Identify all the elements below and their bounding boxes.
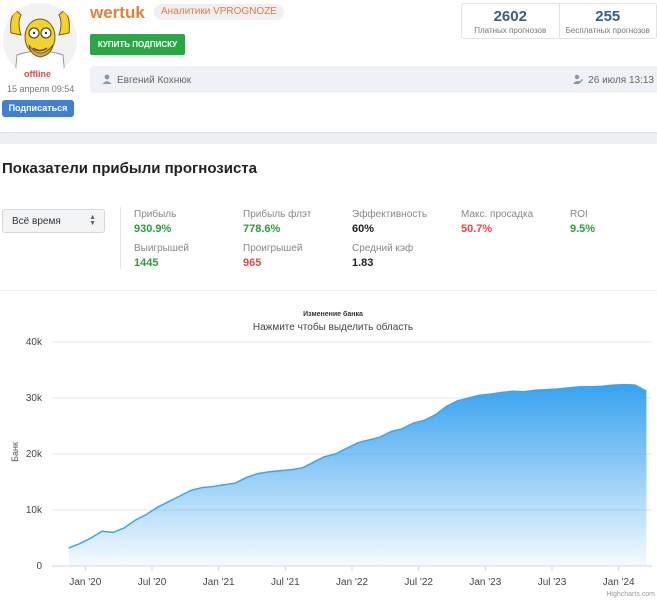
x-tick-label: Jan '23 <box>469 577 501 588</box>
metric-profit: Прибыль 930.9% <box>134 209 176 235</box>
metric-wins: Выигрышей 1445 <box>134 243 189 269</box>
select-arrows-icon: ▲ ▼ <box>89 214 96 227</box>
period-value: Всё время <box>12 216 61 227</box>
metric-drawdown: Макс. просадка 50.7% <box>461 209 533 235</box>
section-divider <box>0 132 657 144</box>
metric-label: ROI <box>570 209 588 220</box>
metric-label: Макс. просадка <box>461 209 534 220</box>
author-name: Евгений Кохнюк <box>117 75 192 86</box>
metric-value: 778.6% <box>243 223 281 235</box>
buy-subscription-button[interactable]: КУПИТЬ ПОДПИСКУ <box>90 34 185 55</box>
paid-label: Платных прогнозов <box>474 26 547 35</box>
metric-label: Эффективность <box>352 209 428 220</box>
status-date: 15 апреля 09:54 <box>7 84 75 94</box>
x-tick-label: Jul '22 <box>404 577 433 588</box>
chart-series[interactable] <box>68 383 647 566</box>
panel-divider <box>0 290 657 291</box>
metric-value: 965 <box>243 257 262 269</box>
free-count: 255 <box>595 8 621 25</box>
x-tick-label: Jul '20 <box>138 577 167 588</box>
avatar-image <box>3 3 77 77</box>
author-bar: Евгений Кохнюк 26 июля 13:13 <box>90 66 657 93</box>
paid-count: 2602 <box>493 8 527 25</box>
metric-label: Прибыль <box>134 209 177 220</box>
chart-y-axis-label: Банк <box>10 442 20 462</box>
x-tick-label: Jan '21 <box>203 577 235 588</box>
chart-x-axis: Jan '20 Jul '20 Jan '21 Jul '21 Jan '22 Jul '… <box>52 565 652 588</box>
author-date: 26 июля 13:13 <box>588 75 654 86</box>
chart-subtitle: Нажмите чтобы выделить область <box>253 321 413 333</box>
metric-roi: ROI 9.5% <box>570 209 595 235</box>
username[interactable]: wertuk <box>90 3 145 23</box>
chart-title: Изменение банка <box>303 310 363 318</box>
x-tick-label: Jul '23 <box>538 577 567 588</box>
metric-label: Прибыль флэт <box>243 209 312 220</box>
avatar[interactable] <box>3 3 77 77</box>
y-tick-label: 10k <box>26 505 43 516</box>
author[interactable]: Евгений Кохнюк <box>102 74 191 86</box>
forecast-stats: 2602 Платных прогнозов 255 Бесплатных пр… <box>461 3 657 39</box>
status-badge: offline <box>20 68 55 80</box>
x-tick-label: Jan '24 <box>603 577 635 588</box>
x-tick-label: Jan '22 <box>336 577 368 588</box>
x-tick-label: Jan '20 <box>69 577 101 588</box>
y-tick-label: 0 <box>36 561 42 572</box>
series-area[interactable] <box>68 384 647 566</box>
author-date-block: 26 июля 13:13 <box>573 74 654 86</box>
user-edit-icon <box>573 74 584 84</box>
chart-credit[interactable]: Highcharts.com <box>606 591 655 598</box>
y-tick-label: 40k <box>26 337 43 348</box>
metric-value: 50.7% <box>461 223 493 235</box>
metric-label: Выигрышей <box>134 243 190 254</box>
metric-label: Проигрышей <box>243 243 303 254</box>
metric-efficiency: Эффективность 60% <box>352 209 427 235</box>
metric-value: 1445 <box>134 257 159 269</box>
page-title: Показатели прибыли прогнозиста <box>2 160 257 177</box>
y-tick-label: 20k <box>26 449 43 460</box>
metric-value: 1.83 <box>352 257 374 269</box>
y-tick-label: 30k <box>26 393 43 404</box>
paid-forecasts-stat: 2602 Платных прогнозов <box>462 4 559 38</box>
metric-value: 60% <box>352 223 375 235</box>
period-select[interactable]: Всё время ▲ ▼ <box>2 209 105 233</box>
metric-value: 930.9% <box>134 223 172 235</box>
x-tick-label: Jul '21 <box>271 577 300 588</box>
metric-flat: Прибыль флэт 778.6% <box>243 209 311 235</box>
metrics-divider <box>120 207 121 269</box>
metric-losses: Проигрышей 965 <box>243 243 302 269</box>
bank-chart[interactable]: Изменение банка Нажмите чтобы выделить о… <box>0 300 657 600</box>
user-icon <box>102 74 112 84</box>
free-label: Бесплатных прогнозов <box>565 26 650 35</box>
subscribe-button[interactable]: Подписаться <box>2 100 74 117</box>
metric-label: Средний кэф <box>352 243 414 254</box>
metric-avg-coef: Средний кэф 1.83 <box>352 243 413 269</box>
analyst-badge: Аналитики VPROGNOZE <box>154 4 284 20</box>
free-forecasts-stat: 255 Бесплатных прогнозов <box>558 4 657 38</box>
metric-value: 9.5% <box>570 223 596 235</box>
